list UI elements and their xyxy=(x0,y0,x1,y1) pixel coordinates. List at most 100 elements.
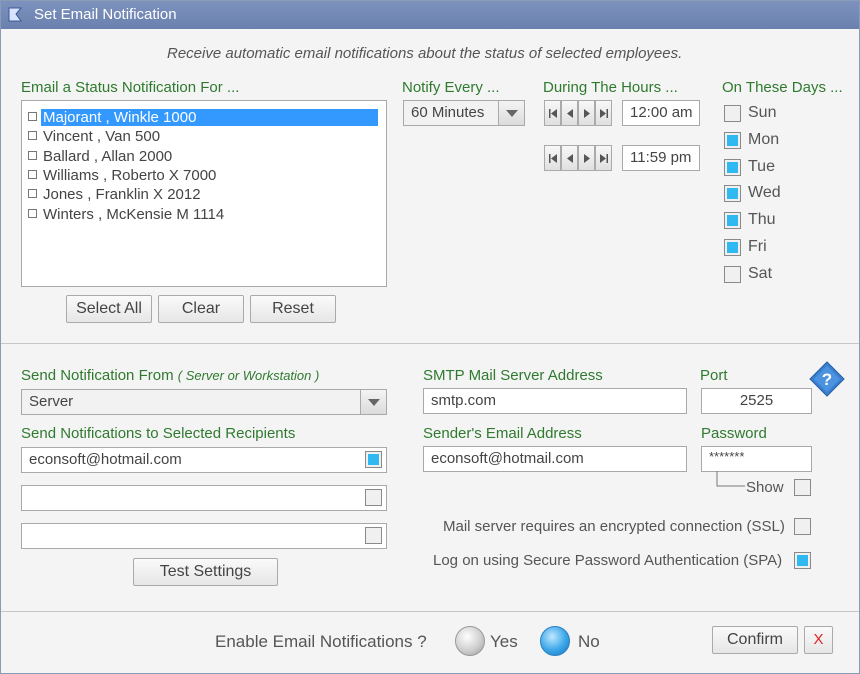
days-label: On These Days ... xyxy=(722,79,843,96)
start-time-spinner[interactable] xyxy=(544,100,614,126)
send-from-label-text: Send Notification From xyxy=(21,367,174,384)
ssl-checkbox[interactable] xyxy=(794,518,811,535)
list-item-checkbox[interactable] xyxy=(28,150,37,160)
sender-label: Sender's Email Address xyxy=(423,425,582,442)
ssl-label: Mail server requires an encrypted connec… xyxy=(443,518,785,535)
reset-button[interactable]: Reset xyxy=(250,295,336,323)
day-checkbox-mon[interactable] xyxy=(724,131,741,149)
day-checkbox-tue[interactable] xyxy=(724,158,741,176)
list-item-checkbox[interactable] xyxy=(28,169,37,179)
day-checkbox-sun[interactable] xyxy=(724,105,741,122)
prev-icon[interactable] xyxy=(561,145,578,171)
page-subtitle: Receive automatic email notifications ab… xyxy=(167,45,683,62)
section-divider xyxy=(1,343,859,344)
port-input[interactable]: 2525 xyxy=(701,388,812,414)
first-icon[interactable] xyxy=(544,100,561,126)
employee-listbox[interactable]: Majorant , Winkle 1000 Vincent , Van 500 B… xyxy=(21,100,387,287)
svg-text:?: ? xyxy=(822,370,832,389)
recipient-checkbox[interactable] xyxy=(365,527,382,544)
sender-email-input[interactable]: econsoft@hotmail.com xyxy=(423,446,687,472)
yes-label: Yes xyxy=(490,632,518,651)
recipient-email-input[interactable] xyxy=(21,523,387,549)
footer-divider xyxy=(1,611,859,612)
employee-list-label: Email a Status Notification For ... xyxy=(21,79,240,96)
last-icon[interactable] xyxy=(595,100,612,126)
hours-label: During The Hours ... xyxy=(543,79,678,96)
yes-radio[interactable] xyxy=(455,626,485,656)
password-input[interactable]: ******* xyxy=(701,446,812,472)
send-from-label: Send Notification From ( Server or Works… xyxy=(21,367,319,384)
list-item[interactable]: Winters , McKensie M 1114 xyxy=(28,206,226,225)
end-time-spinner[interactable] xyxy=(544,145,614,171)
recipient-checkbox[interactable] xyxy=(365,451,382,468)
day-label-sun: Sun xyxy=(748,104,777,121)
list-item-label: Winters , McKensie M 1114 xyxy=(43,205,225,223)
day-checkbox-sat[interactable] xyxy=(724,265,741,283)
spa-checkbox[interactable] xyxy=(794,552,811,569)
title-bar: Set Email Notification xyxy=(1,1,859,29)
show-password-checkbox[interactable] xyxy=(794,479,811,496)
prev-icon[interactable] xyxy=(561,100,578,126)
close-button[interactable]: X xyxy=(804,626,833,654)
day-label-thu: Thu xyxy=(748,211,776,229)
help-icon[interactable]: ? xyxy=(809,361,845,397)
recipients-label: Send Notifications to Selected Recipient… xyxy=(21,425,296,442)
flag-icon xyxy=(8,7,23,22)
list-item[interactable]: Jones , Franklin X 2012 xyxy=(28,186,203,205)
next-icon[interactable] xyxy=(578,145,595,171)
day-label-mon: Mon xyxy=(748,130,780,148)
list-item-label: Vincent , Van 500 xyxy=(43,128,161,146)
email-notification-window: Set Email Notification Receive automatic… xyxy=(0,0,860,674)
clear-button[interactable]: Clear xyxy=(158,295,244,323)
port-label: Port xyxy=(700,367,728,384)
send-from-value: Server xyxy=(29,393,74,410)
show-connector-line xyxy=(716,471,745,487)
chevron-down-icon[interactable] xyxy=(360,390,386,414)
select-all-button[interactable]: Select All xyxy=(66,295,152,323)
day-label-fri: Fri xyxy=(748,238,767,255)
confirm-button[interactable]: Confirm xyxy=(712,626,798,654)
list-item[interactable]: Majorant , Winkle 1000 xyxy=(28,109,378,128)
recipient-email-input[interactable]: econsoft@hotmail.com xyxy=(21,447,387,473)
chevron-down-icon[interactable] xyxy=(498,101,524,125)
list-item-label: Majorant , Winkle 1000 xyxy=(41,109,378,126)
list-item[interactable]: Ballard , Allan 2000 xyxy=(28,148,174,167)
smtp-server-label: SMTP Mail Server Address xyxy=(423,367,603,384)
smtp-server-input[interactable]: smtp.com xyxy=(423,388,687,414)
send-from-select[interactable]: Server xyxy=(21,389,387,415)
end-time-field[interactable]: 11:59 pm xyxy=(622,145,700,171)
list-item-checkbox[interactable] xyxy=(28,131,37,141)
list-item[interactable]: Vincent , Van 500 xyxy=(28,128,162,147)
day-label-wed: Wed xyxy=(748,184,781,202)
start-time-field[interactable]: 12:00 am xyxy=(622,100,700,126)
day-checkbox-wed[interactable] xyxy=(724,185,741,203)
list-item-label: Jones , Franklin X 2012 xyxy=(43,186,201,204)
password-label: Password xyxy=(701,425,767,442)
recipient-email-value: econsoft@hotmail.com xyxy=(29,451,182,468)
no-radio[interactable] xyxy=(540,626,570,656)
recipient-email-input[interactable] xyxy=(21,485,387,511)
send-from-hint: ( Server or Workstation ) xyxy=(177,368,320,383)
recipient-checkbox[interactable] xyxy=(365,489,382,506)
list-item-label: Williams , Roberto X 7000 xyxy=(43,166,217,184)
notify-every-label: Notify Every ... xyxy=(402,79,500,96)
day-checkbox-fri[interactable] xyxy=(724,239,741,256)
show-password-label: Show xyxy=(746,479,784,496)
day-label-tue: Tue xyxy=(748,157,775,175)
first-icon[interactable] xyxy=(544,145,561,171)
test-settings-button[interactable]: Test Settings xyxy=(133,558,278,586)
notify-every-value: 60 Minutes xyxy=(411,104,485,121)
day-label-sat: Sat xyxy=(748,264,773,282)
list-item-checkbox[interactable] xyxy=(28,112,37,121)
day-checkbox-thu[interactable] xyxy=(724,212,741,230)
list-item-checkbox[interactable] xyxy=(28,208,37,218)
list-item-checkbox[interactable] xyxy=(28,189,37,199)
enable-notifications-label: Enable Email Notifications ? xyxy=(215,632,427,651)
window-title: Set Email Notification xyxy=(34,6,177,23)
spa-label: Log on using Secure Password Authenticat… xyxy=(433,552,783,569)
list-item[interactable]: Williams , Roberto X 7000 xyxy=(28,167,218,186)
next-icon[interactable] xyxy=(578,100,595,126)
last-icon[interactable] xyxy=(595,145,612,171)
notify-every-select[interactable]: 60 Minutes xyxy=(403,100,525,126)
list-item-label: Ballard , Allan 2000 xyxy=(43,147,173,165)
